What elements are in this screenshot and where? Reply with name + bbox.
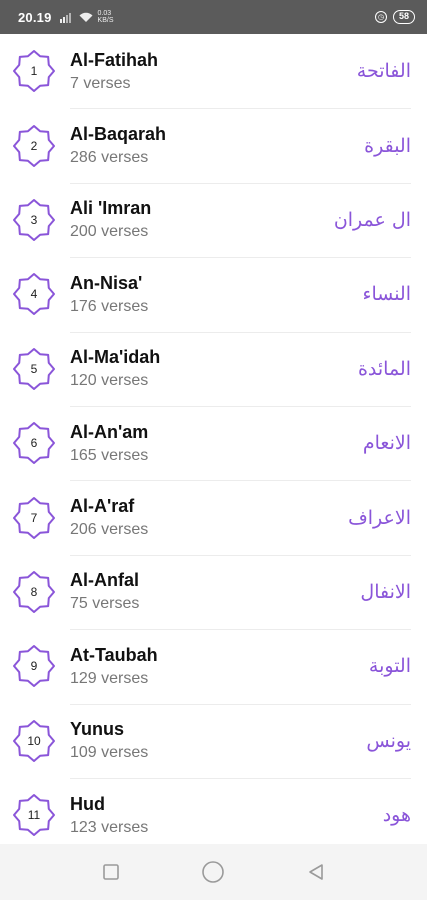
back-button[interactable] [296,852,336,892]
surah-name: An-Nisa' [70,272,143,293]
surah-name: Al-Anfal [70,570,139,591]
surah-arabic-name: الانعام [362,432,411,455]
surah-number: 10 [27,733,41,748]
surah-text-block: Yunus 109 verses [70,718,351,763]
surah-text-block: At-Taubah 129 verses [70,644,351,689]
surah-text-block: Ali 'Imran 200 verses [70,197,334,242]
surah-list-item[interactable]: 4 An-Nisa' 176 verses النساء [0,257,427,331]
surah-list-item[interactable]: 11 Hud 123 verses هود [0,777,427,844]
status-time: 20.19 [18,9,52,25]
surah-verse-count: 176 verses [70,297,149,315]
surah-arabic-name: هود [382,804,411,827]
surah-number-badge: 3 [12,198,56,242]
surah-number: 6 [30,436,38,451]
status-left: 20.19 0.03 KB/S [18,10,114,25]
surah-number: 9 [30,659,38,674]
surah-arabic-name: البقرة [364,134,411,157]
surah-number: 3 [30,212,38,227]
surah-number-badge: 9 [12,644,56,688]
surah-verse-count: 286 verses [70,149,149,167]
surah-list-item[interactable]: 6 Al-An'am 165 verses الانعام [0,405,427,480]
surah-arabic-name: التوبة [368,655,411,678]
surah-arabic-name: يونس [366,729,411,752]
surah-verse-count: 123 verses [70,818,149,836]
alarm-icon: ◷ [374,11,387,23]
surah-text-block: Al-Anfal 75 verses [70,569,351,614]
surah-arabic-name: الانفال [360,580,411,603]
recent-apps-button[interactable] [91,852,131,892]
surah-name: Al-Baqarah [70,124,167,145]
surah-verse-count: 7 verses [70,74,131,92]
surah-number: 4 [30,287,38,302]
surah-verse-count: 120 verses [70,372,149,390]
surah-name: Yunus [70,719,125,740]
surah-list-item[interactable]: 7 Al-A'raf 206 verses الاعراف [0,480,427,554]
surah-list-item[interactable]: 2 Al-Baqarah 286 verses البقرة [0,108,427,182]
surah-name: Hud [70,793,105,814]
recent-apps-icon [103,864,119,880]
status-right: ◷ 58 [374,10,415,24]
surah-number: 2 [30,138,38,153]
surah-name: Ali 'Imran [70,198,152,219]
surah-arabic-name: المائدة [357,357,411,380]
navigation-bar [0,844,427,900]
surah-verse-count: 165 verses [70,446,149,464]
battery-indicator: 58 [392,10,415,24]
surah-number: 5 [30,361,38,376]
surah-arabic-name: الاعراف [348,506,411,529]
surah-number-badge: 10 [12,719,56,763]
surah-text-block: Al-An'am 165 verses [70,421,351,466]
surah-list-item[interactable]: 8 Al-Anfal 75 verses الانفال [0,554,427,629]
home-button[interactable] [193,852,233,892]
surah-number-badge: 7 [12,496,56,540]
surah-name: Al-Fatihah [70,49,158,70]
surah-list[interactable]: 1 Al-Fatihah 7 verses الفاتحة 2 Al-Baqarah 286… [0,34,427,844]
surah-list-item[interactable]: 9 At-Taubah 129 verses التوبة [0,629,427,703]
surah-name: Al-A'raf [70,496,135,517]
surah-number-badge: 1 [12,49,56,93]
surah-verse-count: 206 verses [70,521,149,539]
surah-verse-count: 109 verses [70,744,149,762]
back-icon [309,864,323,880]
home-icon [202,861,225,883]
status-indicators: 0.03 KB/S [59,10,114,24]
surah-list-item[interactable]: 10 Yunus 109 verses يونس [0,703,427,778]
surah-number: 11 [27,808,41,823]
surah-list-item[interactable]: 1 Al-Fatihah 7 verses الفاتحة [0,34,427,108]
surah-number-badge: 2 [12,124,56,168]
surah-arabic-name: الفاتحة [356,60,411,83]
surah-name: Al-An'am [70,421,149,442]
surah-text-block: Hud 123 verses [70,793,351,838]
surah-verse-count: 75 verses [70,595,140,613]
surah-name: At-Taubah [70,644,158,665]
network-speed: 0.03 KB/S [97,10,114,24]
surah-text-block: Al-Baqarah 286 verses [70,123,351,168]
surah-number-badge: 8 [12,570,56,614]
sim-signal-icon [59,12,71,23]
surah-number-badge: 4 [12,272,56,316]
surah-text-block: Al-A'raf 206 verses [70,495,348,540]
surah-number: 7 [30,510,38,525]
status-bar: 20.19 0.03 KB/S ◷ 58 [0,0,427,34]
wifi-icon [79,12,93,22]
surah-text-block: An-Nisa' 176 verses [70,272,351,317]
surah-list-item[interactable]: 5 Al-Ma'idah 120 verses المائدة [0,331,427,406]
surah-number-badge: 5 [12,347,56,391]
surah-number-badge: 11 [12,793,56,837]
surah-verse-count: 200 verses [70,223,149,241]
surah-number: 8 [30,584,38,599]
surah-number-badge: 6 [12,421,56,465]
surah-verse-count: 129 verses [70,669,149,687]
surah-list-item[interactable]: 3 Ali 'Imran 200 verses ال عمران [0,182,427,257]
surah-arabic-name: النساء [362,283,411,306]
surah-text-block: Al-Fatihah 7 verses [70,49,351,94]
surah-arabic-name: ال عمران [333,208,411,231]
surah-text-block: Al-Ma'idah 120 verses [70,346,351,391]
surah-number: 1 [30,64,38,79]
surah-name: Al-Ma'idah [70,347,161,368]
